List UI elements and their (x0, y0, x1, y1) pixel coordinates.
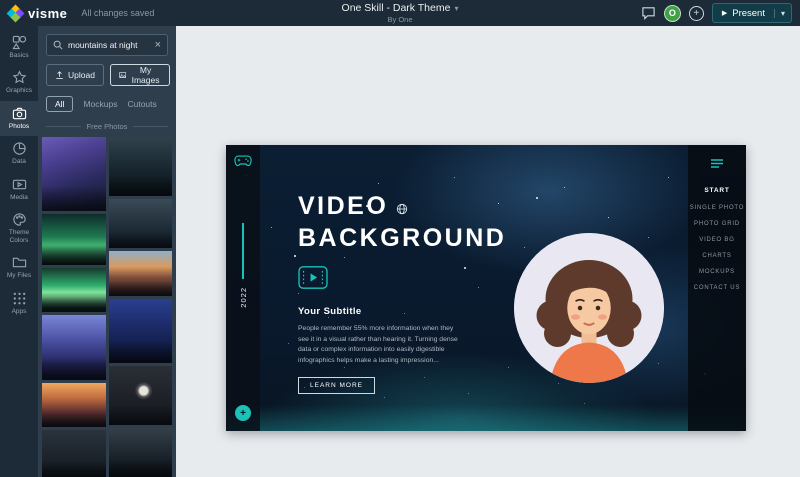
photo-thumbnail[interactable] (108, 427, 172, 477)
timeline-line (242, 223, 244, 279)
photo-thumbnail[interactable] (108, 365, 172, 425)
photo-results-grid (38, 137, 176, 477)
photo-thumbnail[interactable] (108, 251, 172, 296)
document-author: By One (387, 15, 413, 24)
search-box: × (46, 34, 168, 56)
upload-button[interactable]: Upload (46, 64, 104, 86)
slide[interactable]: 2022 + START SINGLE PHOTO PHOTO GRID VID… (226, 145, 746, 431)
sidebar-item-apps[interactable]: Apps (0, 286, 38, 321)
slide-year[interactable]: 2022 (239, 287, 248, 308)
menu-item-mockups[interactable]: MOCKUPS (699, 269, 735, 275)
graphics-icon (12, 70, 26, 84)
present-button-group: ▶ Present ▾ (711, 3, 792, 23)
my-files-icon (12, 258, 26, 268)
menu-item-start[interactable]: START (704, 187, 729, 194)
sidebar-item-media[interactable]: Media (0, 172, 38, 207)
my-images-button[interactable]: My Images (109, 64, 170, 86)
editor-canvas[interactable]: 2022 + START SINGLE PHOTO PHOTO GRID VID… (176, 26, 800, 477)
photo-thumbnail[interactable] (42, 137, 106, 212)
photos-panel: × Upload My Images All Mockups Cutouts F… (38, 26, 176, 477)
present-button[interactable]: ▶ Present (713, 8, 774, 19)
my-images-label: My Images (131, 65, 160, 85)
menu-item-video-bg[interactable]: VIDEO BG (699, 237, 734, 243)
sidebar-item-my-files[interactable]: My Files (0, 250, 38, 285)
media-icon (12, 179, 26, 190)
present-options-caret[interactable]: ▾ (773, 8, 791, 18)
invite-plus-icon[interactable]: + (688, 5, 704, 21)
upload-icon (56, 71, 63, 79)
data-icon (12, 142, 26, 156)
upload-label: Upload (68, 70, 95, 80)
learn-more-button[interactable]: LEARN MORE (298, 377, 375, 395)
user-avatar[interactable]: O (663, 4, 681, 22)
present-label: Present (732, 7, 765, 19)
teal-badge-icon[interactable]: + (235, 405, 251, 421)
search-input[interactable] (68, 40, 150, 50)
visme-logo-icon (6, 4, 25, 22)
menu-hamburger-icon[interactable] (711, 155, 723, 173)
slide-left-bar[interactable]: 2022 + (226, 145, 260, 431)
sidebar-item-label: Data (12, 158, 26, 166)
sidebar-item-theme-colors[interactable]: Theme Colors (0, 207, 38, 250)
photo-filter-tabs: All Mockups Cutouts (46, 96, 168, 112)
document-title: One Skill - Dark Theme (341, 2, 451, 14)
tab-cutouts[interactable]: Cutouts (127, 99, 156, 109)
menu-item-charts[interactable]: CHARTS (702, 253, 731, 259)
video-play-icon[interactable] (298, 266, 508, 294)
bottom-glow-decoration (226, 405, 746, 431)
sidebar-item-photos[interactable]: Photos (0, 100, 38, 137)
tab-all[interactable]: All (46, 96, 74, 112)
search-icon (53, 40, 63, 50)
top-bar: visme All changes saved One Skill - Dark… (0, 0, 800, 26)
sidebar-item-label: Photos (8, 122, 30, 130)
sidebar-item-label: Theme Colors (8, 229, 30, 244)
menu-item-single-photo[interactable]: SINGLE PHOTO (690, 205, 745, 211)
tab-mockups[interactable]: Mockups (83, 99, 117, 109)
sidebar-item-label: Apps (11, 307, 27, 315)
apps-icon (13, 292, 25, 305)
comments-icon[interactable] (641, 6, 656, 20)
left-icon-rail: Basics Graphics Photos Data Media Theme … (0, 26, 38, 477)
photo-thumbnail[interactable] (108, 298, 172, 363)
slide-menu-bar[interactable]: START SINGLE PHOTO PHOTO GRID VIDEO BG C… (688, 145, 746, 431)
section-label: Free Photos (46, 122, 168, 131)
photo-thumbnail[interactable] (42, 314, 106, 380)
sidebar-item-data[interactable]: Data (0, 136, 38, 171)
play-icon: ▶ (721, 10, 728, 17)
sidebar-item-label: Graphics (5, 87, 32, 95)
photo-thumbnail[interactable] (42, 267, 106, 312)
photo-thumbnail[interactable] (108, 199, 172, 249)
save-status: All changes saved (81, 8, 155, 18)
logo-text: visme (28, 5, 68, 21)
sidebar-item-label: Media (10, 193, 28, 201)
sidebar-item-graphics[interactable]: Graphics (0, 65, 38, 100)
photo-thumbnail[interactable] (42, 214, 106, 266)
image-icon (119, 72, 127, 78)
slide-subtitle[interactable]: Your Subtitle (298, 306, 508, 317)
visme-logo[interactable]: visme (6, 4, 68, 22)
sidebar-item-label: My Files (6, 272, 32, 280)
chevron-down-icon[interactable]: ▾ (454, 4, 458, 13)
document-title-block[interactable]: One Skill - Dark Theme ▾ By One (342, 0, 459, 26)
photo-thumbnail[interactable] (108, 137, 172, 197)
basics-icon (11, 35, 26, 50)
clear-search-icon[interactable]: × (155, 39, 161, 51)
photo-thumbnail[interactable] (42, 429, 106, 477)
game-controller-icon[interactable] (234, 155, 252, 173)
slide-body-text[interactable]: People remember 55% more information whe… (298, 324, 458, 366)
menu-item-contact-us[interactable]: CONTACT US (694, 285, 740, 291)
app-window: visme All changes saved One Skill - Dark… (0, 0, 800, 477)
woman-portrait-illustration[interactable] (514, 233, 664, 383)
globe-icon (396, 192, 408, 223)
sidebar-item-label: Basics (9, 52, 29, 59)
sidebar-item-basics[interactable]: Basics (0, 30, 38, 65)
photos-icon (12, 107, 26, 120)
photo-thumbnail[interactable] (42, 382, 106, 427)
menu-item-photo-grid[interactable]: PHOTO GRID (694, 221, 740, 227)
slide-title[interactable]: VIDEO BACKGROUND (298, 191, 508, 253)
theme-colors-icon (12, 213, 26, 227)
slide-text-block[interactable]: VIDEO BACKGROUND Your Subtitle People re… (298, 191, 508, 395)
